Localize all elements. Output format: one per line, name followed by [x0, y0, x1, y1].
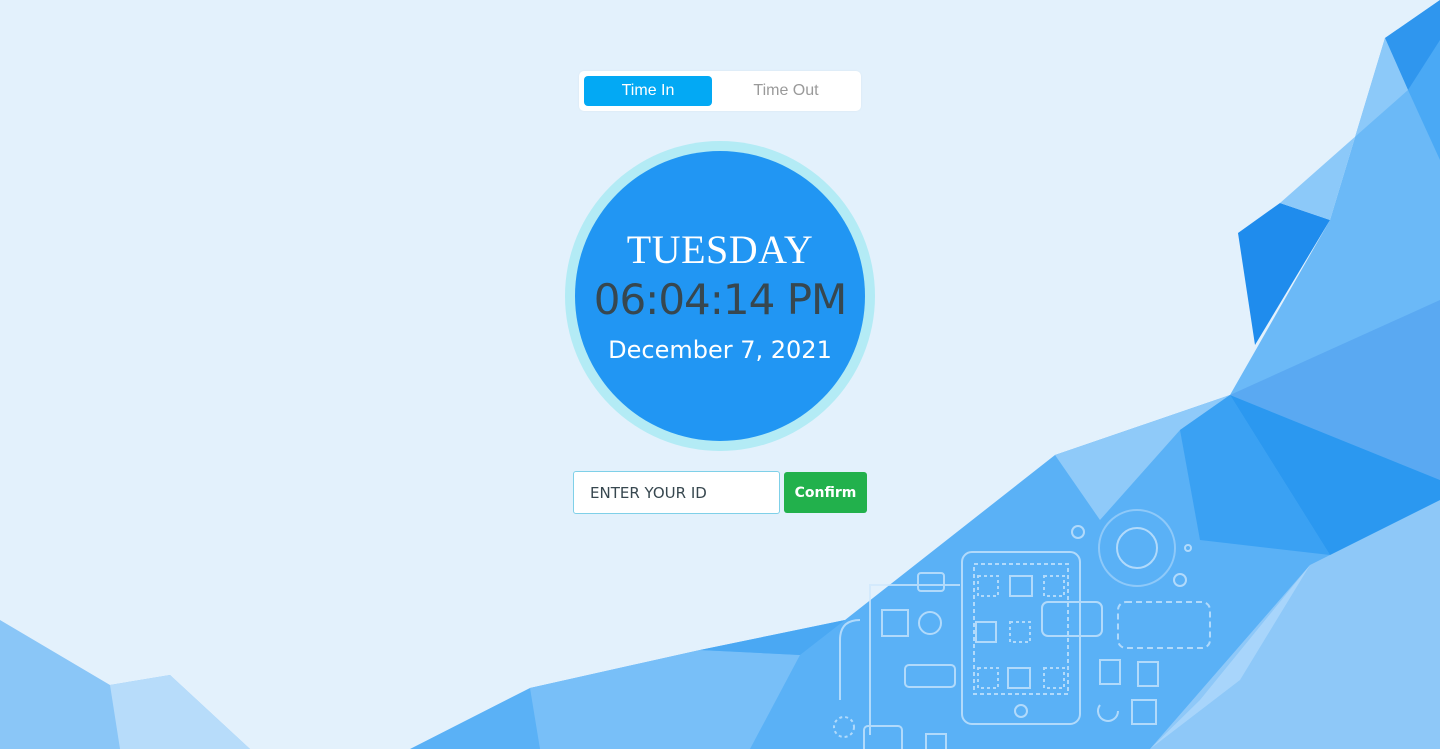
clock-day: TUESDAY: [626, 227, 814, 272]
employee-id-input[interactable]: [573, 471, 780, 514]
clock-date: December 7, 2021: [608, 336, 832, 364]
confirm-button[interactable]: Confirm: [784, 472, 867, 513]
tab-time-in[interactable]: Time In: [584, 76, 712, 106]
clock-time: 06:04:14 PM: [593, 275, 848, 324]
tab-time-out[interactable]: Time Out: [722, 76, 850, 106]
clock-face: TUESDAY 06:04:14 PM December 7, 2021: [575, 151, 865, 441]
clock-ring: TUESDAY 06:04:14 PM December 7, 2021: [565, 141, 875, 451]
time-mode-toggle: Time In Time Out: [579, 71, 861, 111]
